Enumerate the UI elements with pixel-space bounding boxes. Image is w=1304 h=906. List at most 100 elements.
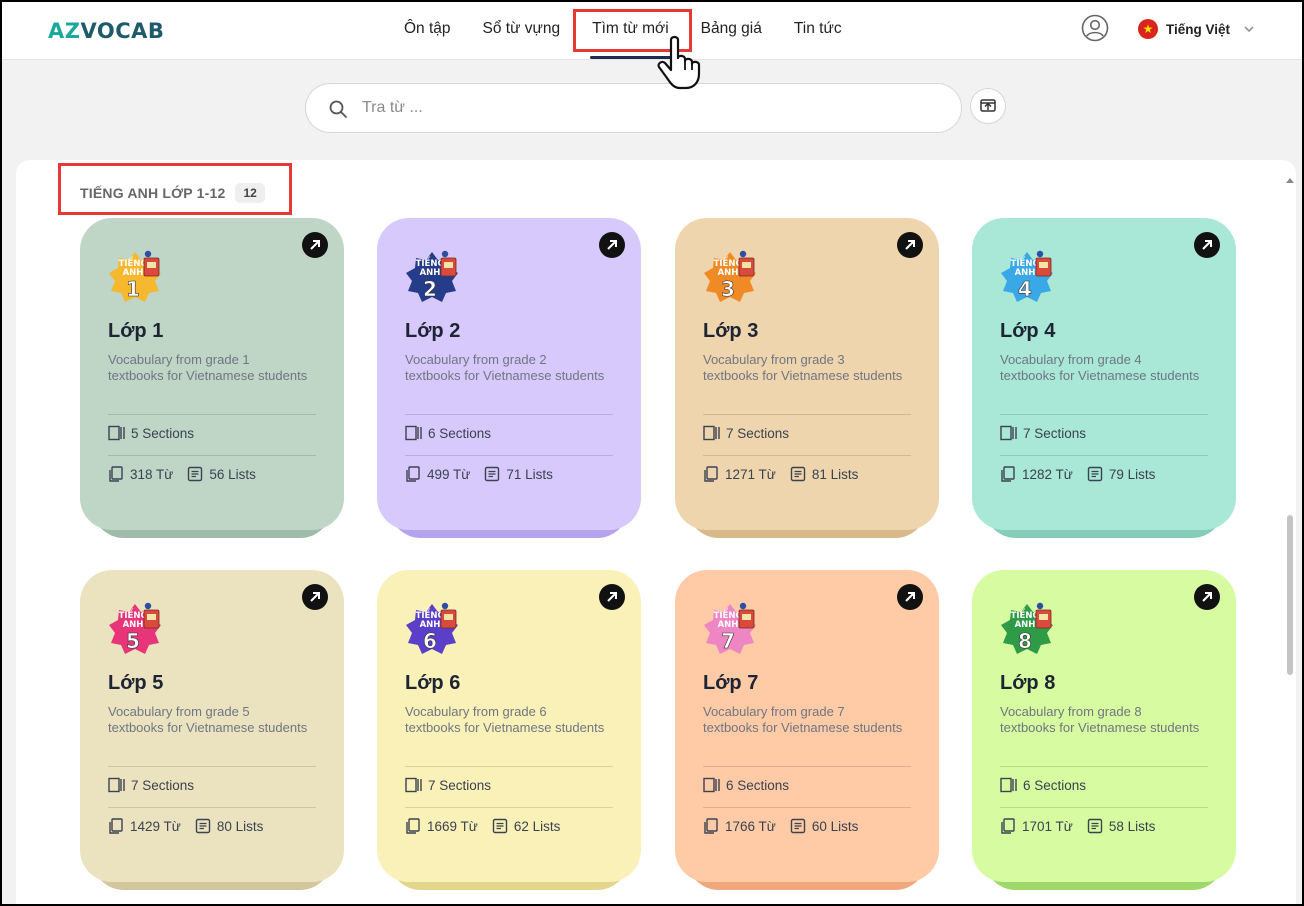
card-title: Lớp 6 <box>405 672 461 694</box>
sections-count: 7 Sections <box>131 777 195 793</box>
card-divider <box>1000 455 1208 456</box>
grade-card[interactable]: TIẾNG ANH 7 Lớp 7 Vocabulary from grade … <box>675 570 939 890</box>
arrow-up-right-icon <box>905 240 915 250</box>
chevron-down-icon <box>1244 26 1254 33</box>
arrow-up-right-icon <box>310 240 320 250</box>
words-count: 1429 Từ <box>130 818 181 834</box>
card-title: Lớp 1 <box>108 320 164 342</box>
card-sections: 6 Sections <box>703 777 789 793</box>
grade-card[interactable]: TIẾNG ANH 8 Lớp 8 Vocabulary from grade … <box>972 570 1236 890</box>
lists-count: 60 Lists <box>811 818 859 834</box>
book-icon <box>405 425 422 441</box>
svg-text:6: 6 <box>423 629 437 653</box>
sections-count: 5 Sections <box>131 425 195 441</box>
svg-text:2: 2 <box>423 277 437 301</box>
card-divider <box>405 766 613 767</box>
copy-icon <box>406 818 420 834</box>
nav-tin-tuc[interactable]: Tin tức <box>778 0 858 60</box>
azvocab-logo[interactable]: AZVOCAB <box>48 15 164 45</box>
open-card-button[interactable] <box>1194 584 1220 610</box>
copy-icon <box>109 818 123 834</box>
scroll-up-arrow[interactable] <box>1286 178 1294 183</box>
card-divider <box>703 414 911 415</box>
open-card-button[interactable] <box>302 232 328 258</box>
card-sections: 7 Sections <box>108 777 194 793</box>
grade-badge-icon: TIẾNG ANH 4 <box>1001 250 1053 302</box>
language-selector[interactable]: ★ Tiếng Việt <box>1138 16 1256 42</box>
grade-badge-icon: TIẾNG ANH 1 <box>109 250 161 302</box>
upload-icon <box>980 99 996 112</box>
sections-count: 6 Sections <box>428 425 492 441</box>
copy-icon <box>109 466 123 482</box>
card-description: Vocabulary from grade 1 textbooks for Vi… <box>108 352 308 383</box>
grade-badge-icon: TIẾNG ANH 6 <box>406 602 458 654</box>
card-sections: 7 Sections <box>703 425 789 441</box>
svg-text:3: 3 <box>721 277 735 301</box>
grade-badge-icon: TIẾNG ANH 5 <box>109 602 161 654</box>
card-title: Lớp 7 <box>703 672 759 694</box>
scrollbar-thumb[interactable] <box>1287 515 1293 675</box>
card-sections: 6 Sections <box>405 425 491 441</box>
lists-count: 62 Lists <box>513 818 561 834</box>
grade-card[interactable]: TIẾNG ANH 4 Lớp 4 Vocabulary from grade … <box>972 218 1236 538</box>
book-icon <box>405 777 422 793</box>
open-card-button[interactable] <box>599 232 625 258</box>
words-count: 1766 Từ <box>725 818 776 834</box>
top-header: AZVOCAB Ôn tập Sổ từ vựng Tìm từ mới Bản… <box>0 0 1304 60</box>
nav-so-tu-vung[interactable]: Sổ từ vựng <box>467 0 577 60</box>
list-icon <box>1087 466 1103 482</box>
card-description: Vocabulary from grade 7 textbooks for Vi… <box>703 704 903 735</box>
card-stats: 1282 Từ 79 Lists <box>1000 466 1155 482</box>
copy-icon <box>406 466 420 482</box>
arrow-up-right-icon <box>607 240 617 250</box>
arrow-up-right-icon <box>310 592 320 602</box>
arrow-up-right-icon <box>1202 592 1212 602</box>
grade-card[interactable]: TIẾNG ANH 6 Lớp 6 Vocabulary from grade … <box>377 570 641 890</box>
svg-text:1: 1 <box>126 277 140 301</box>
main-nav: Ôn tập Sổ từ vựng Tìm từ mới Bảng giá Ti… <box>388 0 858 60</box>
card-description: Vocabulary from grade 3 textbooks for Vi… <box>703 352 903 383</box>
copy-icon <box>704 818 718 834</box>
open-card-button[interactable] <box>897 232 923 258</box>
words-count: 1669 Từ <box>427 818 478 834</box>
card-divider <box>1000 414 1208 415</box>
card-description: Vocabulary from grade 8 textbooks for Vi… <box>1000 704 1200 735</box>
language-label: Tiếng Việt <box>1166 21 1231 37</box>
grade-card[interactable]: TIẾNG ANH 1 Lớp 1 Vocabulary from grade … <box>80 218 344 538</box>
upload-button[interactable] <box>970 88 1006 124</box>
search-input[interactable] <box>362 92 922 124</box>
section-count-badge: 12 <box>235 183 265 203</box>
book-icon <box>1000 777 1017 793</box>
open-card-button[interactable] <box>1194 232 1220 258</box>
open-card-button[interactable] <box>599 584 625 610</box>
card-stats: 1669 Từ 62 Lists <box>405 818 560 834</box>
grade-badge-icon: TIẾNG ANH 8 <box>1001 602 1053 654</box>
section-title: TIẾNG ANH LỚP 1-12 <box>80 185 226 201</box>
list-icon <box>1087 818 1103 834</box>
grade-card[interactable]: TIẾNG ANH 5 Lớp 5 Vocabulary from grade … <box>80 570 344 890</box>
grade-card[interactable]: TIẾNG ANH 3 Lớp 3 Vocabulary from grade … <box>675 218 939 538</box>
list-icon <box>188 466 203 482</box>
open-card-button[interactable] <box>302 584 328 610</box>
card-divider <box>405 455 613 456</box>
grade-badge-icon: TIẾNG ANH 7 <box>704 602 756 654</box>
sections-count: 7 Sections <box>428 777 492 793</box>
lists-count: 79 Lists <box>1108 466 1156 482</box>
user-account-icon[interactable] <box>1081 14 1109 42</box>
sections-count: 6 Sections <box>726 777 790 793</box>
grade-card[interactable]: TIẾNG ANH 2 Lớp 2 Vocabulary from grade … <box>377 218 641 538</box>
sections-count: 7 Sections <box>726 425 790 441</box>
card-divider <box>108 414 316 415</box>
card-stats: 1701 Từ 58 Lists <box>1000 818 1155 834</box>
card-divider <box>703 766 911 767</box>
search-icon <box>329 100 347 118</box>
grade-badge-icon: TIẾNG ANH 2 <box>406 250 458 302</box>
card-title: Lớp 3 <box>703 320 759 342</box>
card-title: Lớp 4 <box>1000 320 1056 342</box>
open-card-button[interactable] <box>897 584 923 610</box>
nav-on-tap[interactable]: Ôn tập <box>388 0 467 60</box>
book-icon <box>1000 425 1017 441</box>
svg-text:4: 4 <box>1018 277 1032 301</box>
arrow-up-right-icon <box>607 592 617 602</box>
svg-text:5: 5 <box>126 629 140 653</box>
